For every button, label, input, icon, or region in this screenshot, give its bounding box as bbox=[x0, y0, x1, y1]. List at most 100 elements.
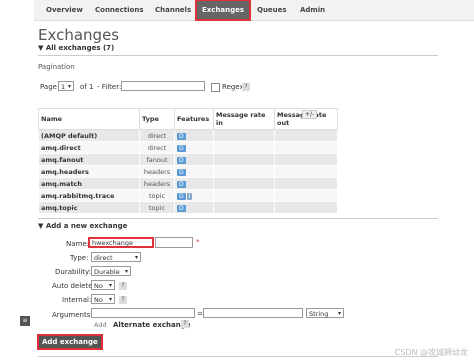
rate-in bbox=[213, 141, 275, 154]
internal-help-icon[interactable]: ? bbox=[119, 296, 127, 304]
exchange-type: headers bbox=[139, 177, 175, 190]
durable-badge: D bbox=[177, 204, 186, 212]
exchange-features: D bbox=[174, 153, 214, 166]
exchange-name[interactable]: amq.direct bbox=[38, 141, 140, 154]
exchange-features: DI bbox=[174, 189, 214, 202]
table-row[interactable]: amq.rabbitmq.trace topic D I bbox=[38, 189, 338, 202]
rate-in bbox=[213, 129, 275, 142]
table-row[interactable]: (AMQP default) direct D bbox=[38, 129, 338, 142]
exchange-name[interactable]: amq.headers bbox=[38, 165, 140, 178]
durability-select[interactable]: Durable bbox=[91, 266, 131, 277]
alternate-exchange-link[interactable]: Alternate exchange bbox=[113, 321, 190, 329]
col-features: Features bbox=[174, 108, 214, 130]
argument-value-input[interactable] bbox=[203, 308, 303, 318]
argument-type-select[interactable]: String bbox=[306, 308, 344, 319]
col-type: Type bbox=[139, 108, 175, 130]
of-pages-label: of 1 bbox=[80, 83, 94, 91]
name-label: Name: bbox=[66, 240, 90, 248]
durable-badge: D bbox=[177, 180, 186, 188]
durable-badge: D bbox=[177, 192, 186, 200]
type-select[interactable]: direct bbox=[91, 252, 141, 263]
exchange-features: D bbox=[174, 201, 214, 214]
page-select[interactable]: 1 bbox=[58, 81, 74, 92]
divider bbox=[38, 356, 438, 357]
rate-out bbox=[274, 129, 338, 142]
page-title: Exchanges bbox=[38, 26, 120, 44]
exchange-type: headers bbox=[139, 165, 175, 178]
regex-label: Regex bbox=[222, 83, 244, 91]
exchange-features: D bbox=[174, 165, 214, 178]
rate-out bbox=[274, 201, 338, 214]
type-label: Type: bbox=[70, 254, 89, 262]
add-argument-link[interactable]: Add bbox=[94, 321, 107, 329]
rate-out bbox=[274, 189, 338, 202]
argument-key-input[interactable] bbox=[91, 308, 195, 318]
filter-label: - Filter: bbox=[97, 83, 122, 91]
all-exchanges-label: All exchanges (7) bbox=[45, 44, 115, 52]
rate-in bbox=[213, 201, 275, 214]
exchange-features: D bbox=[174, 177, 214, 190]
name-input[interactable]: hwexchange bbox=[88, 237, 154, 248]
equals-sign: = bbox=[197, 310, 203, 318]
internal-label: Internal: bbox=[62, 296, 92, 304]
divider bbox=[38, 55, 438, 56]
table-row[interactable]: amq.direct direct D bbox=[38, 141, 338, 154]
exchange-features: D bbox=[174, 129, 214, 142]
top-nav: Overview Connections Channels Exchanges … bbox=[34, 0, 474, 21]
exchange-type: fanout bbox=[139, 153, 175, 166]
tab-queues[interactable]: Queues bbox=[257, 0, 287, 20]
durable-badge: D bbox=[177, 156, 186, 164]
alternate-exchange-help-icon[interactable]: ? bbox=[181, 320, 189, 328]
column-toggle-button[interactable]: +/- bbox=[302, 110, 318, 119]
rate-out bbox=[274, 141, 338, 154]
exchange-features: D bbox=[174, 141, 214, 154]
exchange-name[interactable]: amq.fanout bbox=[38, 153, 140, 166]
tab-admin[interactable]: Admin bbox=[300, 0, 325, 20]
page-label: Page bbox=[40, 83, 57, 91]
side-collapse-icon[interactable]: ≡ bbox=[20, 316, 30, 326]
auto-delete-select[interactable]: No bbox=[91, 280, 115, 291]
table-row[interactable]: amq.match headers D bbox=[38, 177, 338, 190]
filter-input[interactable] bbox=[121, 81, 205, 91]
table-row[interactable]: amq.topic topic D bbox=[38, 201, 338, 214]
rate-in bbox=[213, 165, 275, 178]
col-rate-in: Message rate in bbox=[213, 108, 275, 130]
exchange-name[interactable]: amq.match bbox=[38, 177, 140, 190]
arguments-label: Arguments: bbox=[52, 311, 93, 319]
exchange-name[interactable]: (AMQP default) bbox=[38, 129, 140, 142]
auto-delete-help-icon[interactable]: ? bbox=[119, 282, 127, 290]
table-row[interactable]: amq.fanout fanout D bbox=[38, 153, 338, 166]
pagination-label: Pagination bbox=[38, 63, 75, 71]
durability-label: Durability: bbox=[55, 268, 92, 276]
rate-in bbox=[213, 153, 275, 166]
exchange-type: topic bbox=[139, 189, 175, 202]
divider bbox=[38, 218, 438, 219]
durable-badge: D bbox=[177, 168, 186, 176]
exchange-name[interactable]: amq.topic bbox=[38, 201, 140, 214]
required-mark: * bbox=[196, 238, 200, 246]
internal-badge: I bbox=[186, 192, 193, 200]
rate-out bbox=[274, 177, 338, 190]
tab-overview[interactable]: Overview bbox=[46, 0, 83, 20]
exchange-type: direct bbox=[139, 129, 175, 142]
table-row[interactable]: amq.headers headers D bbox=[38, 165, 338, 178]
watermark: CSDN @攻城狮幼龙 bbox=[394, 348, 468, 357]
tab-exchanges[interactable]: Exchanges bbox=[194, 0, 252, 21]
exchanges-table: Name Type Features Message rate in Messa… bbox=[38, 108, 338, 214]
exchange-type: direct bbox=[139, 141, 175, 154]
add-exchange-header[interactable]: ▼ Add a new exchange bbox=[38, 222, 127, 230]
durable-badge: D bbox=[177, 132, 186, 140]
name-input-extension[interactable] bbox=[155, 237, 193, 248]
tab-connections[interactable]: Connections bbox=[95, 0, 144, 20]
add-exchange-label: Add a new exchange bbox=[45, 222, 128, 230]
internal-select[interactable]: No bbox=[91, 294, 115, 305]
regex-help-icon[interactable]: ? bbox=[242, 83, 250, 91]
exchange-name[interactable]: amq.rabbitmq.trace bbox=[38, 189, 140, 202]
durable-badge: D bbox=[177, 144, 186, 152]
add-exchange-button[interactable]: Add exchange bbox=[37, 334, 103, 350]
all-exchanges-header[interactable]: ▼ All exchanges (7) bbox=[38, 44, 114, 52]
tab-channels[interactable]: Channels bbox=[155, 0, 191, 20]
regex-checkbox[interactable] bbox=[211, 83, 220, 92]
rate-in bbox=[213, 177, 275, 190]
auto-delete-label: Auto delete: bbox=[52, 282, 95, 290]
